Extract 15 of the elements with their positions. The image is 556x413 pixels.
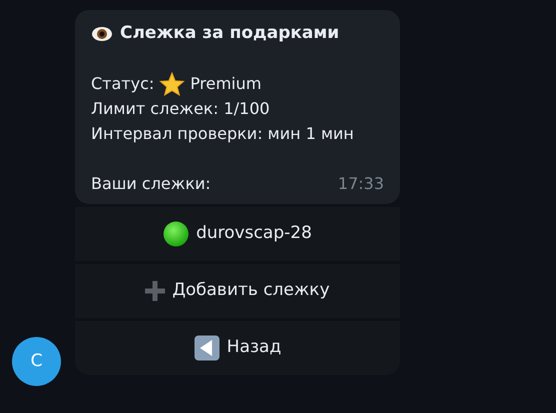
status-value: Premium — [190, 73, 262, 95]
message-line: Ваши слежки: — [91, 173, 211, 195]
eye-icon — [91, 26, 113, 42]
star-icon — [159, 72, 186, 96]
keyboard-button[interactable]: Добавить слежку — [75, 264, 400, 318]
plus-icon — [145, 281, 166, 301]
keyboard-button[interactable]: Назад — [75, 321, 400, 375]
keyboard-button[interactable]: durovscap-28 — [75, 207, 400, 261]
status-label: Статус: — [91, 73, 154, 95]
message-time: 17:33 — [338, 173, 384, 195]
message-line: Интервал проверки: мин 1 мин — [91, 123, 355, 145]
message-title: Слежка за подарками — [120, 22, 340, 45]
message-line: Лимит слежек: 1/100 — [91, 98, 271, 120]
circle-icon — [163, 221, 190, 247]
back-icon — [194, 335, 220, 361]
